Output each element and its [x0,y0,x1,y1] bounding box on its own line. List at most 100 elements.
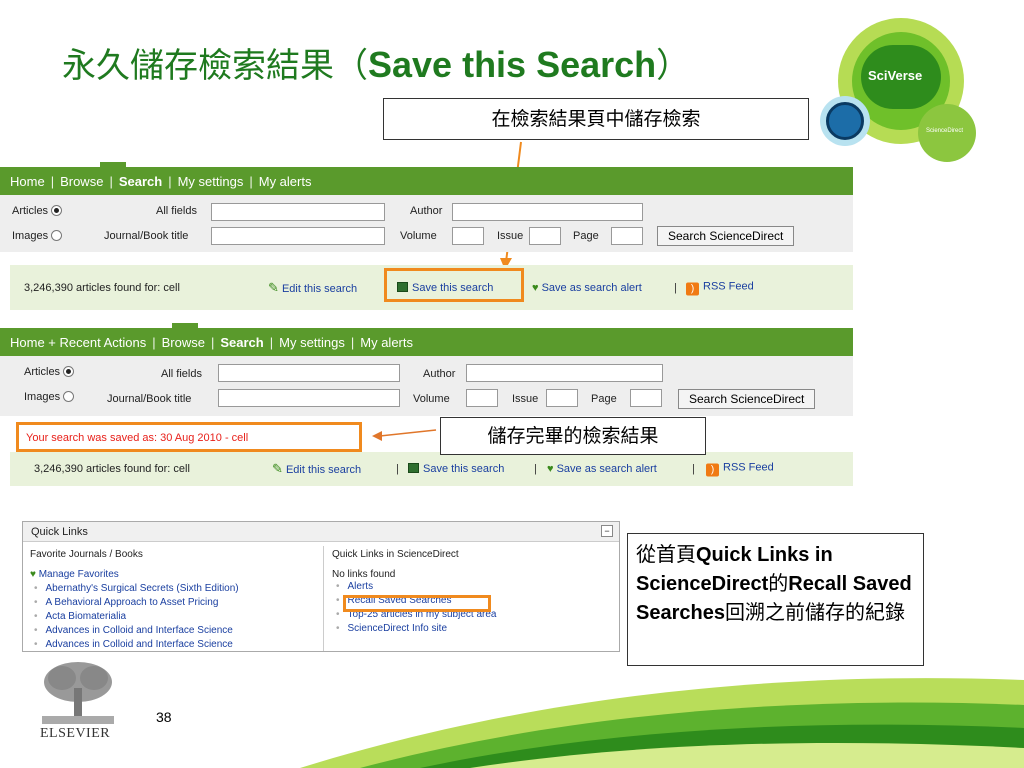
edit-icon-2: ✎ [272,461,283,476]
alerts-link[interactable]: Alerts [348,581,374,592]
images-label: Images [12,230,49,242]
callout-save-in-results: 在檢索結果頁中儲存檢索 [383,98,809,140]
volume-input[interactable] [452,227,484,245]
callout-bottom-part5: 回溯之前儲存的紀錄 [724,600,905,624]
save-alert-link[interactable]: Save as search alert [542,282,642,294]
nav2-settings[interactable]: My settings [279,335,345,350]
nav-settings[interactable]: My settings [178,174,244,189]
rss-icon: ) [686,282,699,295]
highlight-recall-saved-searches [343,595,491,612]
screen1-search-form: Articles Images All fields Journal/Book … [0,195,853,252]
page-input[interactable] [611,227,643,245]
journal-title-input-2[interactable] [218,389,400,407]
sd-links-column: Quick Links in ScienceDirect No links fo… [332,549,496,636]
issue-label: Issue [497,230,524,242]
page-label-2: Page [591,393,617,405]
heart-icon: ♥ [30,569,36,580]
search-sciencedirect-button[interactable]: Search ScienceDirect [657,226,795,246]
slide-title: 永久儲存檢索結果（Save this Search） [62,38,690,87]
images-radio-2[interactable] [63,391,75,402]
save-search-link-2[interactable]: Save this search [423,463,504,475]
quick-links-panel: Quick Links − Favorite Journals / Books … [22,521,620,652]
callout-top-text: 在檢索結果頁中儲存檢索 [491,108,701,130]
journal-link[interactable]: A Behavioral Approach to Asset Pricing [46,597,219,608]
articles-label: Articles [12,205,49,217]
save-alert-link-2[interactable]: Save as search alert [557,463,657,475]
results-count-2: 3,246,390 articles found for: cell [34,463,190,475]
sciverse-text: SciVerse [868,68,923,83]
rss-feed-link-2[interactable]: RSS Feed [723,462,774,474]
edit-icon: ✎ [268,279,279,295]
articles-radio-2[interactable] [63,366,75,377]
page-input-2[interactable] [630,389,662,407]
column-divider [323,546,324,651]
journal-title-label: Journal/Book title [104,230,189,242]
journal-title-input[interactable] [211,227,385,245]
favorites-heading: Favorite Journals / Books [30,549,143,560]
edit-search-link[interactable]: Edit this search [282,283,357,295]
edit-search-link-2[interactable]: Edit this search [286,464,361,476]
issue-input-2[interactable] [546,389,578,407]
volume-label: Volume [400,230,437,242]
manage-favorites-link[interactable]: Manage Favorites [39,569,119,580]
search-sciencedirect-button-2[interactable]: Search ScienceDirect [678,389,816,409]
sciencedirect-text: ScienceDirect [926,128,964,134]
nav2-alerts[interactable]: My alerts [360,335,413,350]
all-fields-label-2: All fields [161,368,202,380]
author-label-2: Author [423,368,456,380]
issue-input[interactable] [529,227,561,245]
rss-feed-link[interactable]: RSS Feed [703,280,754,292]
save-icon-2 [408,463,419,473]
highlight-saved-message [16,422,362,452]
sd-links-heading: Quick Links in ScienceDirect [332,549,459,560]
title-close: ） [656,46,691,86]
nav-home[interactable]: Home [10,174,45,189]
elsevier-tree-icon [42,662,114,724]
highlight-save-search [384,268,524,302]
nav-browse[interactable]: Browse [60,174,103,189]
images-radio[interactable] [51,230,63,241]
favorites-column: Favorite Journals / Books ♥ Manage Favor… [30,549,239,651]
nav2-home[interactable]: Home + Recent Actions [10,335,146,350]
info-site-link[interactable]: ScienceDirect Info site [348,623,448,634]
screen2-results-bar: 3,246,390 articles found for: cell ✎ Edi… [10,452,853,486]
callout-middle-text: 儲存完畢的檢索結果 [487,425,659,447]
articles-radio[interactable] [51,205,63,216]
author-label: Author [410,205,443,217]
alert-icon-2: ♥ [547,463,554,475]
all-fields-input[interactable] [211,203,385,221]
volume-input-2[interactable] [466,389,498,407]
callout-saved-result: 儲存完畢的檢索結果 [440,417,706,455]
results-count: 3,246,390 articles found for: cell [24,281,180,294]
nav-search[interactable]: Search [119,174,162,189]
journal-link[interactable]: Advances in Colloid and Interface Scienc… [46,625,233,636]
callout-quick-links: 從首頁Quick Links in ScienceDirect的Recall S… [627,533,924,666]
nav-alerts[interactable]: My alerts [259,174,312,189]
issue-label-2: Issue [512,393,539,405]
all-fields-input-2[interactable] [218,364,400,382]
nav2-search[interactable]: Search [220,335,263,350]
title-en: Save this Search [368,44,657,85]
journal-link[interactable]: Advances in Colloid and Interface Scienc… [46,639,233,650]
nav2-browse[interactable]: Browse [162,335,205,350]
volume-label-2: Volume [413,393,450,405]
elsevier-wordmark: ELSEVIER [40,726,111,741]
quick-links-title: Quick Links [31,526,88,538]
articles-label-2: Articles [24,366,61,378]
journal-link[interactable]: Acta Biomaterialia [46,611,127,622]
author-input[interactable] [452,203,643,221]
journal-link[interactable]: Abernathy's Surgical Secrets (Sixth Edit… [46,583,239,594]
title-zh: 永久儲存檢索結果（ [62,46,368,86]
screen2-navbar: Home + Recent Actions | Browse | Search | M… [0,323,853,356]
callout-bottom-part1: 從首頁 [636,542,696,566]
alert-icon: ♥ [532,281,539,294]
screen1-navbar: Home | Browse | Search | My settings | My al… [0,162,853,195]
screen2-search-form: Articles Images All fields Journal/Book … [0,356,853,416]
all-fields-label: All fields [156,205,197,217]
journal-title-label-2: Journal/Book title [107,393,192,405]
collapse-icon[interactable]: − [601,525,613,537]
rss-icon-2: ) [706,463,719,477]
page-number: 38 [156,709,172,725]
author-input-2[interactable] [466,364,663,382]
quick-links-header: Quick Links − [23,522,619,542]
